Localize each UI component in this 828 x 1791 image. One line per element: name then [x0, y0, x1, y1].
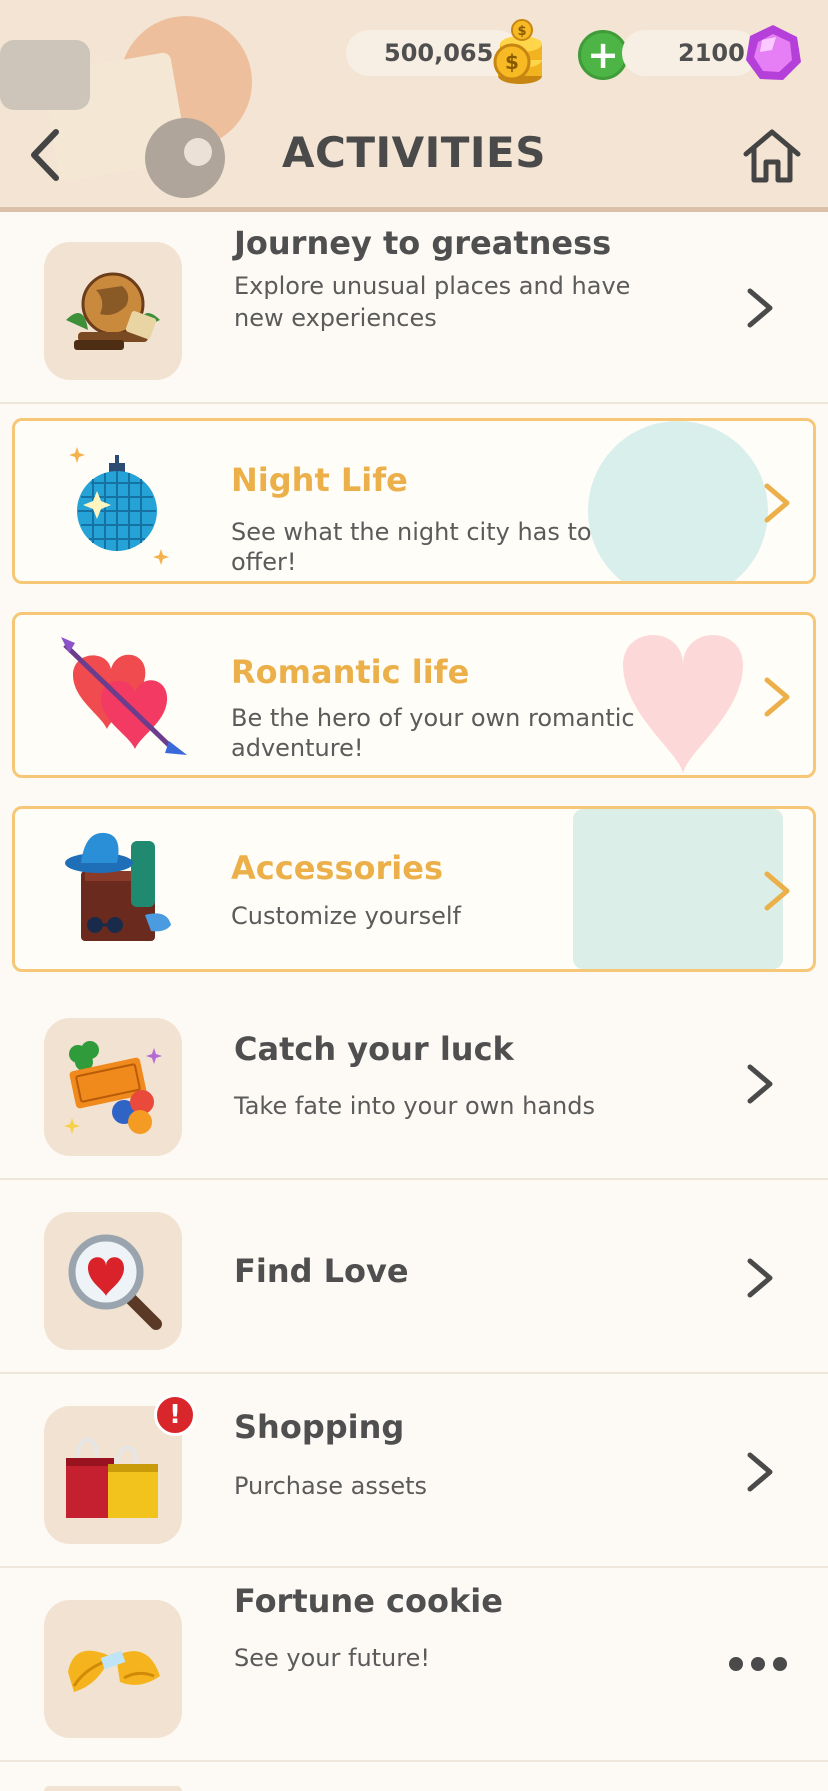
page-title: ACTIVITIES: [282, 128, 546, 177]
home-icon: [743, 129, 801, 183]
activity-shopping[interactable]: ! Shopping Purchase assets: [0, 1374, 828, 1568]
disco-ball-icon: [69, 447, 169, 565]
activity-title: Shopping: [234, 1408, 405, 1446]
activity-subtitle: See what the night city has to offer!: [231, 518, 592, 576]
next-item-tile: [44, 1786, 182, 1791]
activity-fortune-cookie[interactable]: Fortune cookie See your future!: [0, 1568, 828, 1762]
home-button[interactable]: [740, 124, 804, 188]
magnifier-heart-icon: [68, 1234, 162, 1330]
gems-counter: 2100: [622, 30, 758, 76]
activity-subtitle: Explore unusual places and have new expe…: [234, 272, 631, 332]
chevron-right-icon[interactable]: [761, 675, 793, 719]
activity-title: Find Love: [234, 1252, 409, 1290]
activity-title: Journey to greatness: [234, 224, 612, 262]
activity-subtitle: Customize yourself: [231, 902, 461, 930]
activity-title: Catch your luck: [234, 1030, 514, 1068]
activity-journey[interactable]: Journey to greatness Explore unusual pla…: [0, 210, 828, 404]
fortune-cookie-icon: [68, 1650, 160, 1692]
gems-value: 2100: [678, 39, 745, 67]
icon-tile: [44, 1600, 182, 1738]
gem-icon: [746, 25, 801, 80]
activity-romantic-life[interactable]: Romantic life Be the hero of your own ro…: [12, 612, 816, 778]
activity-night-life[interactable]: Night Life See what the night city has t…: [12, 418, 816, 584]
hearts-arrow-icon: [61, 637, 187, 755]
chevron-right-icon[interactable]: [761, 869, 793, 913]
icon-tile: [44, 242, 182, 380]
coins-value: 500,065: [384, 39, 494, 67]
lottery-icon: [64, 1041, 162, 1134]
svg-text:$: $: [505, 50, 519, 74]
chevron-right-icon[interactable]: [744, 1062, 776, 1106]
coins-icon: $ $: [493, 19, 542, 84]
add-currency-button[interactable]: +: [578, 30, 628, 80]
svg-text:$: $: [517, 24, 526, 39]
icon-tile: [44, 1212, 182, 1350]
more-options-icon[interactable]: [728, 1654, 788, 1674]
activity-subtitle: Be the hero of your own romantic adventu…: [231, 704, 635, 762]
chevron-right-icon[interactable]: [744, 1450, 776, 1494]
activity-accessories[interactable]: Accessories Customize yourself: [12, 806, 816, 972]
activity-catch-your-luck[interactable]: Catch your luck Take fate into your own …: [0, 986, 828, 1180]
chevron-right-icon[interactable]: [744, 286, 776, 330]
chevron-right-icon[interactable]: [744, 1256, 776, 1300]
accessories-icon: [65, 832, 171, 941]
activity-find-love[interactable]: Find Love: [0, 1180, 828, 1374]
top-bar: 500,065 $ $ + 2100 ACTIVITIES: [0, 0, 828, 212]
activity-title: Fortune cookie: [234, 1582, 503, 1620]
globe-icon: [66, 272, 160, 350]
activity-title: Romantic life: [231, 653, 470, 691]
activity-subtitle: Purchase assets: [234, 1472, 428, 1500]
activity-title: Accessories: [231, 849, 443, 887]
chevron-right-icon[interactable]: [761, 481, 793, 525]
icon-tile: [44, 1018, 182, 1156]
notification-badge: !: [154, 1394, 196, 1436]
activity-subtitle: See your future!: [234, 1644, 430, 1672]
activity-subtitle: Take fate into your own hands: [234, 1092, 596, 1120]
accessories-ghost: [573, 809, 783, 969]
activity-title: Night Life: [231, 461, 408, 499]
